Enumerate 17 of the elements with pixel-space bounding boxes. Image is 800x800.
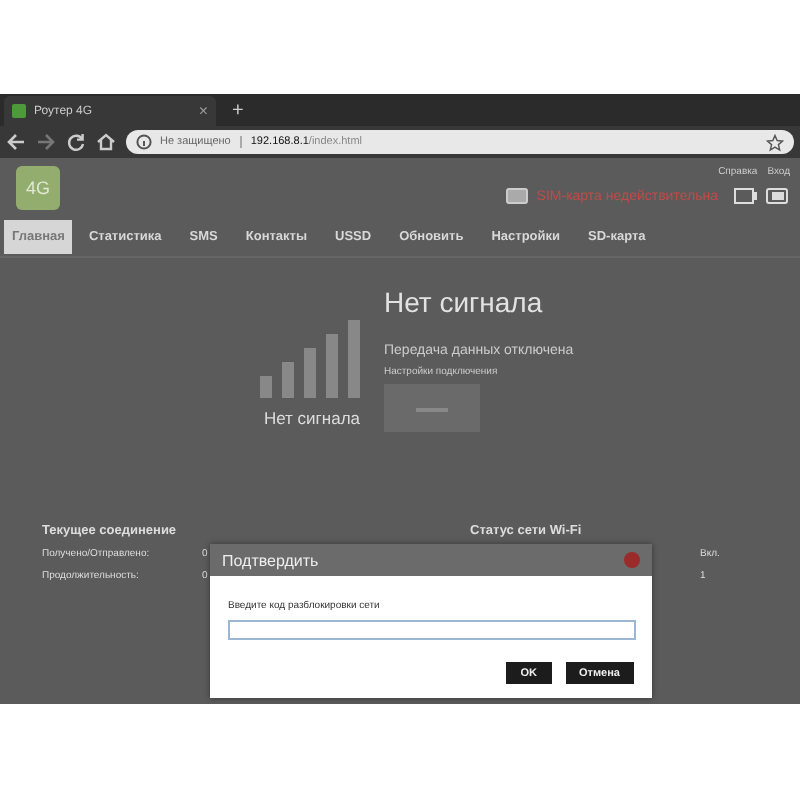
- signal-status-title: Нет сигнала: [384, 286, 545, 318]
- signal-bars-icon: [260, 318, 364, 398]
- close-icon[interactable]: ×: [198, 103, 208, 119]
- forward-icon[interactable]: [36, 132, 56, 152]
- reload-icon[interactable]: [66, 132, 86, 152]
- connection-toggle[interactable]: [384, 384, 480, 432]
- new-tab-button[interactable]: +: [232, 98, 244, 126]
- dialog-title: Подтвердить: [222, 551, 319, 569]
- logo: 4G: [16, 166, 60, 210]
- router-icon: [12, 104, 26, 118]
- info-icon: [136, 134, 152, 150]
- sim-card-icon: [506, 188, 529, 204]
- star-icon[interactable]: [766, 133, 784, 151]
- home-icon[interactable]: [96, 132, 116, 152]
- unlock-code-field[interactable]: [228, 620, 636, 640]
- back-icon[interactable]: [6, 132, 26, 152]
- signal-caption: Нет сигнала: [263, 408, 361, 428]
